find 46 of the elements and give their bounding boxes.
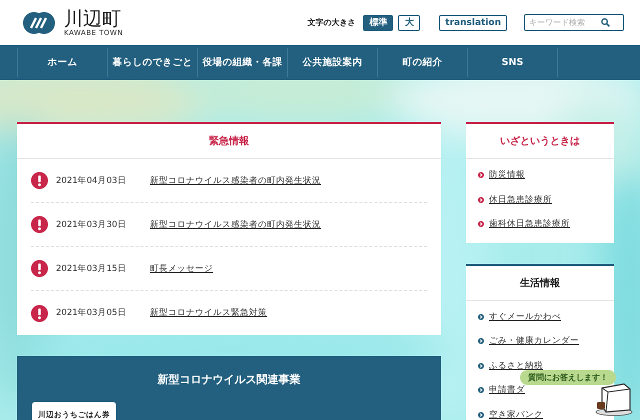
font-size-label: 文字の大きさ [307, 17, 356, 28]
nav-item[interactable]: 公共施設案内 [287, 48, 377, 77]
card-title: 生活情報 [466, 266, 614, 300]
chat-bubble[interactable]: 質問にお答えします！ [520, 370, 616, 385]
nav-item[interactable]: 役場の組織・各課 [197, 48, 287, 77]
search-field[interactable]: キーワード検索 [524, 14, 624, 31]
chevron-icon [478, 196, 484, 203]
side-link[interactable]: すぐメールかわべ [489, 310, 561, 323]
chevron-icon [478, 362, 484, 369]
search-icon[interactable] [601, 18, 610, 27]
nav-item[interactable]: 町の紹介 [377, 48, 467, 77]
side-link[interactable]: 休日急患診療所 [489, 194, 552, 206]
news-date: 2021年03月15日 [56, 262, 128, 274]
news-date: 2021年04月03日 [56, 174, 128, 186]
side-link[interactable]: ふるさと納税 [489, 360, 543, 372]
chevron-icon [478, 314, 484, 320]
panel-title: 新型コロナウイルス関連事業 [158, 372, 300, 387]
news-date: 2021年03月05日 [56, 307, 128, 319]
chevron-icon [478, 387, 484, 394]
alert-icon [31, 172, 48, 189]
news-link[interactable]: 新型コロナウイルス緊急対策 [150, 307, 267, 319]
logo-icon [22, 10, 56, 34]
chevron-icon [478, 338, 484, 344]
side-link[interactable]: 防災情報 [489, 169, 525, 182]
side-link[interactable]: 申請書ダ [489, 384, 525, 396]
news-link[interactable]: 新型コロナウイルス感染者の町内発生状況 [150, 218, 321, 230]
news-link[interactable]: 新型コロナウイルス感染者の町内発生状況 [150, 174, 321, 186]
chevron-icon [478, 172, 484, 178]
translation-button[interactable]: translation [439, 14, 507, 30]
side-link[interactable]: 歯科休日急患診療所 [489, 218, 570, 230]
nav-item[interactable]: SNS [467, 48, 558, 77]
nav-item[interactable]: ホーム [17, 48, 107, 77]
card-title: 緊急情報 [17, 124, 441, 159]
chevron-icon [478, 221, 484, 228]
alert-icon [31, 260, 48, 277]
alert-icon [31, 304, 48, 322]
side-link[interactable]: 空き家バンク [489, 408, 543, 420]
alert-icon [31, 216, 48, 233]
nav-item[interactable]: 暮らしのできごと [107, 48, 197, 77]
side-link[interactable]: ごみ・健康カレンダー [489, 335, 579, 348]
site-title: 川辺町 [64, 8, 122, 28]
news-link[interactable]: 町長メッセージ [150, 262, 213, 274]
news-date: 2021年03月30日 [56, 218, 128, 230]
card-title: いざというときは [466, 124, 614, 159]
font-size-button[interactable]: 大 [398, 14, 420, 30]
font-size-button[interactable]: 標準 [363, 14, 394, 30]
